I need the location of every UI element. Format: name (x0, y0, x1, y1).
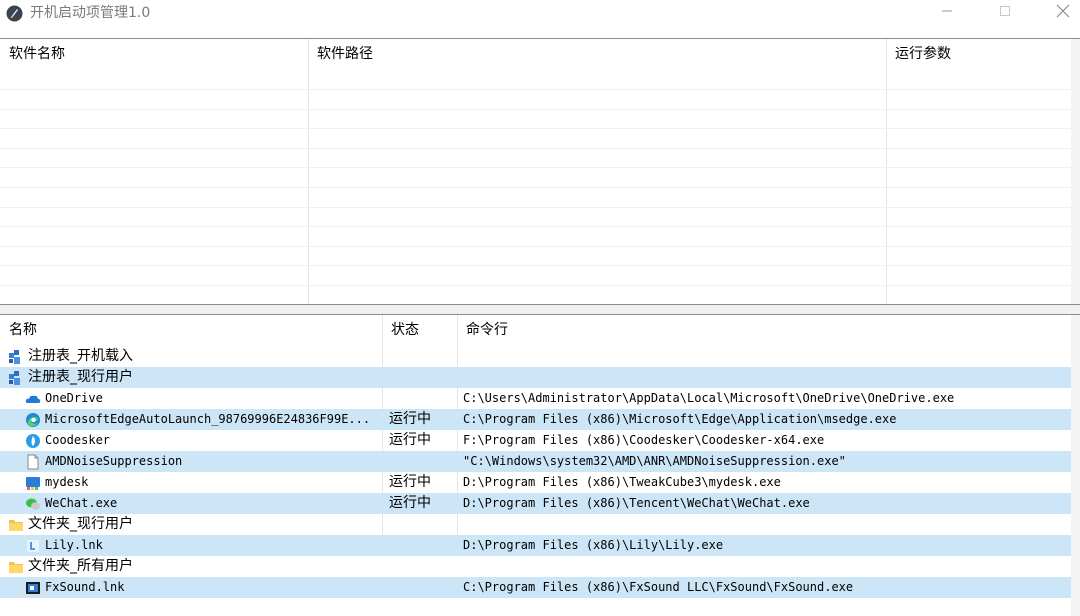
item-command-line: D:\Program Files (x86)\Lily\Lily.exe (463, 535, 1069, 556)
app-rocket-icon (6, 5, 23, 22)
table-row[interactable]: AMDNoiseSuppression "C:\Windows\system32\… (0, 451, 1071, 472)
startup-items-list[interactable]: 名称 状态 命令行 注册表_开机载入注册表_现行用户OneDrive C:\Use… (0, 314, 1080, 616)
item-name: OneDrive (45, 388, 378, 409)
table-row[interactable]: WeChat.exe 运行中 D:\Program Files (x86)\Tenc… (0, 493, 1071, 514)
column-header-status[interactable]: 状态 (382, 315, 457, 348)
grid-line (0, 128, 1071, 129)
grid-line (0, 226, 1071, 227)
item-name: WeChat.exe (45, 493, 378, 514)
table-row[interactable]: OneDrive C:\Users\Administrator\AppData\L… (0, 388, 1071, 409)
scrollbar-track[interactable] (1071, 39, 1080, 304)
group-row[interactable]: 注册表_现行用户 (0, 367, 1071, 388)
item-command-line (463, 367, 1069, 388)
item-command-line: "C:\Windows\system32\AMD\ANR\AMDNoiseSup… (463, 451, 1069, 472)
item-status (389, 388, 455, 409)
item-command-line (463, 556, 1069, 577)
grid-line (0, 89, 1071, 90)
group-row[interactable]: 注册表_开机载入 (0, 346, 1071, 367)
grid-line (0, 148, 1071, 149)
item-command-line: D:\Program Files (x86)\TweakCube3\mydesk… (463, 472, 1069, 493)
item-name: 文件夹_所有用户 (28, 556, 378, 577)
window-title: 开机启动项管理1.0 (30, 3, 150, 23)
registry-icon (8, 349, 24, 365)
startup-software-table[interactable]: 软件名称 软件路径 运行参数 (0, 38, 1080, 305)
item-name: Coodesker (45, 430, 378, 451)
close-button[interactable] (1034, 0, 1080, 22)
file-icon (25, 454, 41, 470)
table-row[interactable]: MicrosoftEdgeAutoLaunch_98769996E24836F9… (0, 409, 1071, 430)
group-row[interactable]: 文件夹_现行用户 (0, 514, 1071, 535)
table-row[interactable]: Coodesker 运行中 F:\Program Files (x86)\Coode… (0, 430, 1071, 451)
grid-line (0, 167, 1071, 168)
item-command-line (463, 514, 1069, 535)
item-status (389, 346, 455, 367)
item-name: 文件夹_现行用户 (28, 514, 378, 535)
coodesker-icon (25, 433, 41, 449)
minimize-icon (941, 5, 953, 17)
grid-line (0, 109, 1071, 110)
item-command-line: D:\Program Files (x86)\Tencent\WeChat\We… (463, 493, 1069, 514)
wechat-icon (25, 496, 41, 512)
item-status (389, 514, 455, 535)
lily-icon (25, 538, 41, 554)
item-command-line: C:\Program Files (x86)\Microsoft\Edge\Ap… (463, 409, 1069, 430)
registry-icon (8, 370, 24, 386)
item-command-line: C:\Program Files (x86)\FxSound LLC\FxSou… (463, 577, 1069, 598)
item-command-line: C:\Users\Administrator\AppData\Local\Mic… (463, 388, 1069, 409)
maximize-button[interactable] (976, 0, 1034, 22)
folder-icon (8, 559, 24, 575)
mydesk-icon (25, 475, 41, 491)
item-status: 运行中 (389, 409, 455, 430)
column-header-run-args[interactable]: 运行参数 (886, 39, 1071, 72)
minimize-button[interactable] (918, 0, 976, 22)
item-status (389, 367, 455, 388)
table-row[interactable]: mydesk 运行中 D:\Program Files (x86)\TweakCub… (0, 472, 1071, 493)
item-name: 注册表_开机载入 (28, 346, 378, 367)
item-status (389, 577, 455, 598)
grid-line (0, 246, 1071, 247)
table-row[interactable]: Lily.lnk D:\Program Files (x86)\Lily\Lily… (0, 535, 1071, 556)
item-name: AMDNoiseSuppression (45, 451, 378, 472)
item-status: 运行中 (389, 430, 455, 451)
grid-line (0, 187, 1071, 188)
item-command-line: F:\Program Files (x86)\Coodesker\Coodesk… (463, 430, 1069, 451)
item-name: MicrosoftEdgeAutoLaunch_98769996E24836F9… (45, 409, 378, 430)
edge-icon (25, 412, 41, 428)
column-divider (886, 39, 887, 304)
group-row[interactable]: 文件夹_所有用户 (0, 556, 1071, 577)
item-name: 注册表_现行用户 (28, 367, 378, 388)
item-status (389, 535, 455, 556)
column-header-software-path[interactable]: 软件路径 (308, 39, 886, 72)
item-status (389, 556, 455, 577)
grid-line (0, 285, 1071, 286)
item-name: mydesk (45, 472, 378, 493)
folder-icon (8, 517, 24, 533)
item-status (389, 451, 455, 472)
column-header-name[interactable]: 名称 (0, 315, 382, 348)
close-icon (1056, 4, 1070, 18)
scrollbar-track[interactable] (1071, 315, 1080, 616)
onedrive-icon (25, 391, 41, 407)
column-divider (308, 39, 309, 304)
item-command-line (463, 346, 1069, 367)
column-header-command-line[interactable]: 命令行 (457, 315, 1071, 348)
column-header-software-name[interactable]: 软件名称 (0, 39, 308, 72)
grid-line (0, 265, 1071, 266)
item-name: Lily.lnk (45, 535, 378, 556)
item-status: 运行中 (389, 493, 455, 514)
fxsound-icon (25, 580, 41, 596)
item-status: 运行中 (389, 472, 455, 493)
title-bar: 开机启动项管理1.0 (0, 0, 1080, 38)
maximize-icon (999, 5, 1011, 17)
grid-line (0, 207, 1071, 208)
item-name: FxSound.lnk (45, 577, 378, 598)
table-row[interactable]: FxSound.lnk C:\Program Files (x86)\FxSoun… (0, 577, 1071, 598)
